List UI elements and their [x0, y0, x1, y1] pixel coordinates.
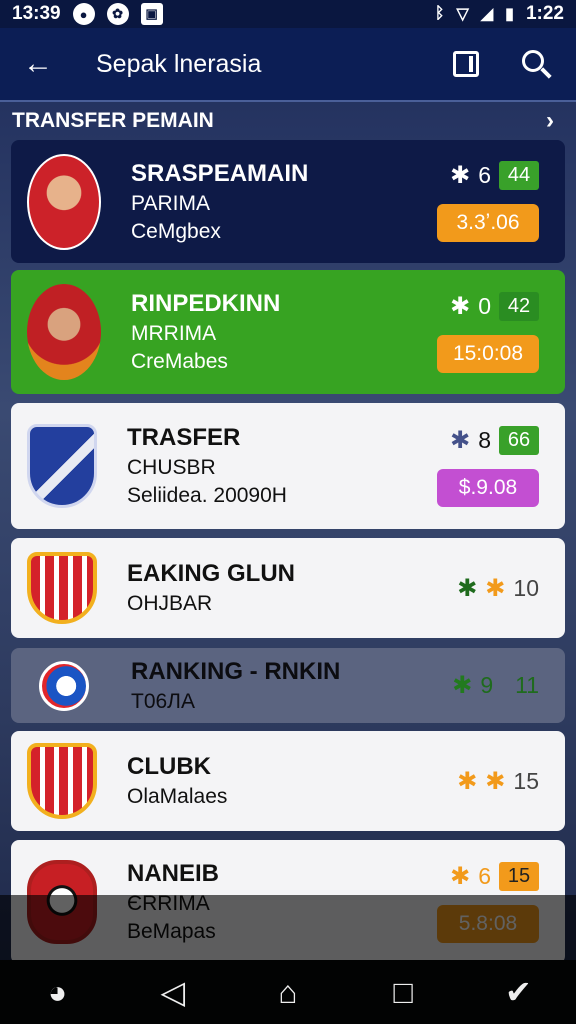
gallery-icon: ▣ [140, 3, 163, 25]
card-title: NANEIB [127, 860, 220, 887]
gear-icon: ✱ [485, 767, 506, 795]
stat-value: 6 [478, 862, 491, 889]
player-avatar [27, 284, 101, 380]
status-bar: 13:39 ● ✿ ▣ ᛒ ▽ ◢ ▮ 1:22 [0, 0, 576, 28]
app-bar: ← Sepak lnerasia [0, 28, 576, 102]
status-time-right: 1:22 [525, 3, 564, 24]
gear-icon: ✱ [450, 292, 471, 320]
app-icon: ✿ [106, 3, 129, 25]
stat-value: 6 [478, 162, 491, 188]
club-crest [27, 424, 97, 508]
ranking-card[interactable]: RANKING - RNKIN T06ЛA ✱ 9 11 [11, 648, 565, 723]
card-subtitle: ЄRRIMA [127, 892, 210, 915]
battery-icon: ▮ [505, 6, 514, 23]
transfer-card[interactable]: NANEIB ЄRRIMA BeMapas ✱ 6 15 5.8:08 [11, 840, 565, 964]
card-subtitle: CHUSBR [127, 456, 216, 479]
club-card[interactable]: CLUBK OlaMalaes ✱ ✱ 15 [11, 731, 565, 831]
time-chip[interactable]: 3.3ʼ.06 [437, 204, 539, 242]
score-badge: 42 [499, 291, 539, 321]
card-title: EAKING GLUN [127, 560, 295, 587]
home-button[interactable]: ⌂ [258, 962, 318, 1022]
assistant-button[interactable]: ✔ [488, 962, 548, 1022]
section-title: TRANSFER PEMAIN [12, 109, 214, 132]
club-crest [27, 552, 97, 624]
panel-icon [453, 51, 479, 77]
record-icon: ● [72, 3, 95, 25]
gear-icon: ✱ [485, 574, 506, 602]
gear-icon: ✱ [452, 672, 473, 699]
assistant-icon: ✔ [504, 974, 532, 1010]
stat-value: 9 [480, 672, 494, 698]
transfer-card[interactable]: TRASFER CHUSBR Seliidea. 20090Н ✱ 8 66 $… [11, 403, 565, 529]
card-title: SRASPEAMAIN [131, 159, 309, 187]
back-icon: ◁ [160, 974, 186, 1010]
search-button[interactable] [514, 42, 558, 86]
stat-value-secondary: 11 [515, 672, 539, 698]
ranking-card[interactable]: EAKING GLUN OHJBAR ✱ ✱ 10 [11, 538, 565, 638]
section-header[interactable]: TRANSFER PEMAIN › [0, 104, 576, 138]
score-badge: 15 [499, 861, 539, 891]
card-title: TRASFER [127, 424, 241, 451]
stat-value: 0 [478, 292, 491, 319]
gear-icon: ✱ [450, 162, 471, 189]
card-detail: CreMabes [131, 350, 228, 373]
card-title: RANKING - RNKIN [131, 657, 341, 685]
card-title: CLUBK [127, 753, 211, 780]
card-detail: Seliidea. 20090Н [127, 484, 287, 507]
club-crest [27, 743, 97, 819]
app-title: Sepak lnerasia [96, 49, 262, 78]
score-badge: 44 [499, 161, 539, 190]
gear-icon: ✱ [457, 574, 478, 602]
transfer-card[interactable]: SRASPEAMAIN PARIMA CeMgbex ✱ 6 44 3.3ʼ.0… [11, 140, 565, 263]
home-icon: ⌂ [278, 973, 298, 1010]
gear-icon: ✱ [450, 426, 471, 454]
card-subtitle: OlaMalaes [127, 785, 228, 808]
card-subtitle: PARIMA [131, 191, 210, 215]
layout-button[interactable] [444, 42, 488, 86]
wifi-icon: ▽ [456, 6, 469, 23]
recents-icon: □ [393, 973, 413, 1010]
back-button[interactable]: ← [18, 44, 58, 84]
stat-value: 15 [513, 767, 539, 794]
card-subtitle: OHJBAR [127, 592, 213, 615]
card-detail: BeMapas [127, 920, 216, 943]
time-chip[interactable]: 15:0:08 [437, 334, 539, 373]
gear-icon: ✱ [457, 767, 478, 795]
bluetooth-icon: ᛒ [434, 5, 445, 22]
recents-button[interactable]: □ [373, 962, 433, 1022]
status-time-left: 13:39 [12, 3, 61, 24]
search-icon [522, 50, 544, 72]
transfer-card[interactable]: RINPEDKINN MRRIMA CreMabes ✱ 0 42 15:0:0… [11, 270, 565, 394]
time-chip[interactable]: 5.8:08 [437, 904, 539, 943]
club-crest [39, 660, 89, 711]
player-avatar [27, 153, 101, 250]
score-badge: 66 [499, 425, 539, 455]
signal-icon: ◢ [480, 6, 494, 23]
app-icon: ◕ [47, 973, 68, 1010]
card-subtitle: T06ЛA [131, 689, 195, 713]
stat-value: 10 [513, 574, 539, 601]
chevron-right-icon: › [546, 107, 554, 134]
navigation-bar: ◕ ◁ ⌂ □ ✔ [0, 960, 576, 1024]
club-crest [27, 860, 97, 944]
stat-value: 8 [478, 426, 491, 453]
card-title: RINPEDKINN [131, 290, 281, 317]
card-detail: CeMgbex [131, 219, 221, 243]
card-subtitle: MRRIMA [131, 322, 217, 345]
gear-icon: ✱ [450, 862, 471, 890]
back-arrow-icon: ← [23, 47, 53, 80]
time-chip[interactable]: $.9.08 [437, 468, 539, 507]
back-nav-button[interactable]: ◁ [143, 962, 203, 1022]
app-button[interactable]: ◕ [28, 962, 88, 1022]
